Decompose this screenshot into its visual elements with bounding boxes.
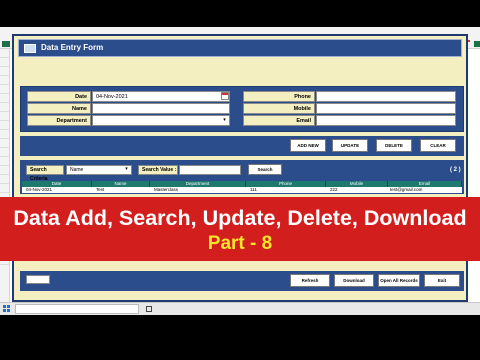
windows-start-icon[interactable] [3, 305, 11, 313]
search-value-label: Search Value : [138, 165, 178, 175]
data-entry-form: Data Entry Form Date 04-Nov-2021 Name De… [12, 34, 468, 302]
name-label: Name [27, 103, 91, 114]
refresh-button[interactable]: Refresh [290, 274, 330, 287]
record-count: ( 2 ) [450, 167, 461, 173]
chevron-down-icon[interactable]: ▾ [221, 117, 228, 124]
taskbar-search-input[interactable] [15, 304, 139, 314]
task-view-icon[interactable] [146, 306, 152, 312]
mobile-label: Mobile [243, 103, 315, 114]
cell-name: Test [96, 187, 105, 192]
email-field[interactable] [316, 115, 456, 126]
form-title: Data Entry Form [41, 43, 104, 52]
banner-part: Part - 8 [207, 233, 273, 254]
taskbar [0, 302, 480, 315]
action-button-bar: ADD NEW UPDATE DELETE CLEAR [20, 136, 464, 156]
form-titlebar: Data Entry Form [18, 39, 462, 57]
row-headers [0, 49, 10, 302]
phone-label: Phone [243, 91, 315, 102]
cell-phone: 111 [250, 187, 257, 192]
status-field [26, 275, 50, 284]
open-all-records-button[interactable]: Open All Records [378, 274, 420, 287]
title-banner: Data Add, Search, Update, Delete, Downlo… [0, 197, 480, 261]
excel-icon [2, 41, 10, 47]
email-label: Email [243, 115, 315, 126]
banner-headline: Data Add, Search, Update, Delete, Downlo… [13, 206, 467, 230]
search-value-input[interactable] [179, 165, 241, 175]
bottom-button-bar: Refresh Download Open All Records Exit [20, 271, 464, 291]
phone-field[interactable] [316, 91, 456, 102]
search-panel: Search Criteria Name ▾ Search Value : Se… [20, 160, 464, 194]
excel-icon-right [474, 41, 480, 47]
delete-button[interactable]: DELETE [376, 139, 412, 152]
grid-col-phone: Phone [246, 181, 326, 187]
date-label: Date [27, 91, 91, 102]
cell-date: 04-Nov-2021 [26, 187, 53, 192]
clear-button[interactable]: CLEAR [420, 139, 456, 152]
name-field[interactable] [92, 103, 230, 114]
department-label: Department [27, 115, 91, 126]
screen: Data Entry Form Date 04-Nov-2021 Name De… [0, 0, 480, 360]
cell-department: Masterclass [154, 187, 179, 192]
department-field[interactable] [92, 115, 230, 126]
download-button[interactable]: Download [334, 274, 374, 287]
search-bar: Search Criteria Name ▾ Search Value : Se… [22, 162, 462, 182]
cell-mobile: 222 [330, 187, 338, 192]
add-new-button[interactable]: ADD NEW [290, 139, 326, 152]
form-icon [24, 44, 36, 53]
date-field[interactable]: 04-Nov-2021 [92, 91, 230, 102]
criteria-chevron-down-icon[interactable]: ▾ [123, 166, 130, 173]
input-panel: Date 04-Nov-2021 Name Department ▾ Phone… [20, 86, 464, 132]
cell-email: test@gmail.com [390, 187, 423, 192]
mobile-field[interactable] [316, 103, 456, 114]
update-button[interactable]: UPDATE [332, 139, 368, 152]
exit-button[interactable]: Exit [424, 274, 460, 287]
calendar-icon[interactable] [221, 92, 229, 100]
search-button[interactable]: Search [248, 164, 282, 175]
results-grid: Date Name Department Phone Mobile Email … [22, 181, 462, 193]
search-criteria-label: Search Criteria [26, 165, 64, 182]
